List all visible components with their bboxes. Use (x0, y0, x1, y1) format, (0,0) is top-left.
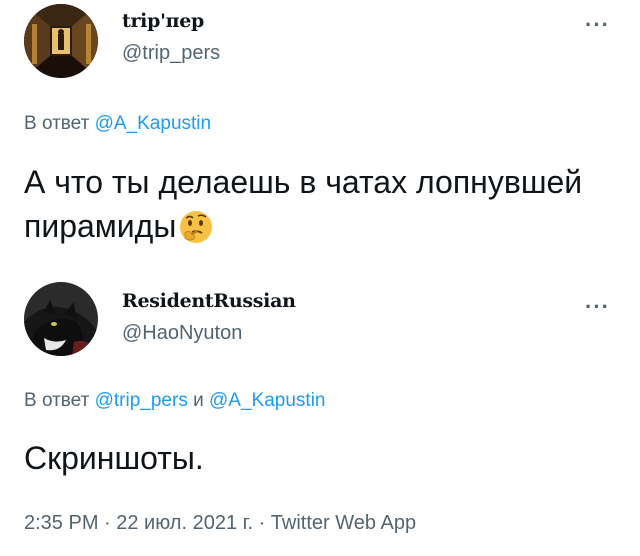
corridor-avatar-image (24, 4, 98, 78)
cat-avatar-image (24, 282, 98, 356)
reply-mention-link[interactable]: @A_Kapustin (95, 113, 211, 134)
avatar-resident-russian[interactable] (24, 282, 98, 356)
avatar-trip-pers[interactable] (24, 4, 98, 78)
display-name[interactable]: trip'пер (122, 10, 204, 32)
reply-prefix: В ответ (24, 390, 90, 411)
tweet-resident-russian[interactable]: ResidentRussian @HaoNyuton ··· В ответ @… (0, 272, 640, 556)
display-name[interactable]: ResidentRussian (122, 290, 296, 312)
reply-to-line: В ответ @trip_pers и @A_Kapustin (24, 390, 325, 412)
reply-prefix: В ответ (24, 113, 90, 134)
user-handle[interactable]: @trip_pers (122, 42, 220, 65)
reply-mention-link[interactable]: @trip_pers (95, 390, 188, 411)
tweet-text-content: А что ты делаешь в чатах лопнувшей пирам… (24, 164, 583, 244)
reply-mention-link[interactable]: @A_Kapustin (209, 390, 325, 411)
more-options-icon[interactable]: ··· (585, 294, 610, 320)
tweet-text: Скриншоты. (24, 440, 204, 476)
tweet-text: А что ты делаешь в чатах лопнувшей пирам… (24, 160, 584, 256)
thinking-face-icon (178, 209, 214, 256)
user-handle[interactable]: @HaoNyuton (122, 322, 242, 345)
tweet-timestamp[interactable]: 2:35 PM · 22 июл. 2021 г. · Twitter Web … (24, 512, 416, 535)
reply-to-line: В ответ @A_Kapustin (24, 113, 211, 135)
reply-conjunction: и (193, 390, 204, 411)
more-options-icon[interactable]: ··· (585, 12, 610, 38)
tweet-trip-pers[interactable]: trip'пер @trip_pers ··· В ответ @A_Kapus… (0, 0, 640, 272)
